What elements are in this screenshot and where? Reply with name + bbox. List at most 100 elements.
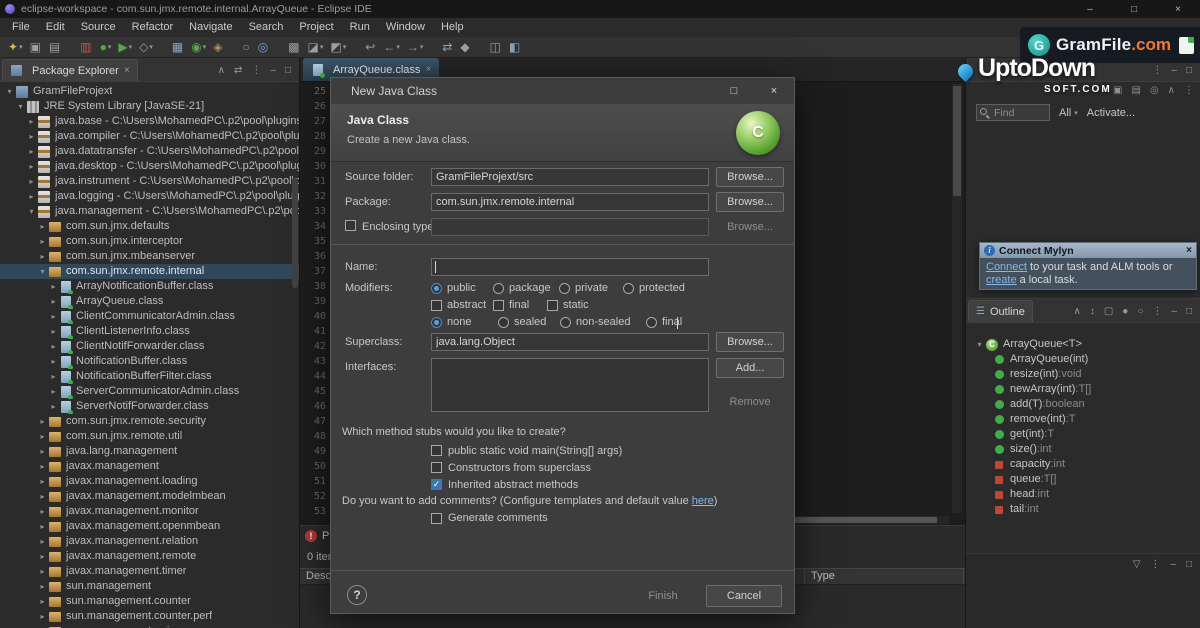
- tree-row[interactable]: ▸ javax.management: [0, 459, 299, 474]
- outline-root-row[interactable]: ▾ ArrayQueue<T>: [966, 337, 1200, 352]
- outline-member-row[interactable]: get(int) : T: [966, 427, 1200, 442]
- modifier-option[interactable]: package: [493, 281, 559, 295]
- tree-row[interactable]: ▸ ArrayNotificationBuffer.class: [0, 279, 299, 294]
- maximize-view-icon[interactable]: □: [285, 65, 291, 76]
- maximize-view-icon[interactable]: □: [1186, 65, 1192, 76]
- toolbar-button[interactable]: ↩: [363, 38, 378, 56]
- toolbar-button[interactable]: ○: [240, 38, 252, 56]
- menu-item[interactable]: Run: [342, 18, 378, 37]
- collapse-all-icon[interactable]: ∧: [1074, 306, 1081, 317]
- toolbar-button[interactable]: ▦: [170, 38, 186, 56]
- tree-row[interactable]: ▸ javax.management.openmbean: [0, 519, 299, 534]
- tree-row[interactable]: ▸ javax.management.modelmbean: [0, 489, 299, 504]
- tree-row[interactable]: ▸ com.sun.jmx.mbeanserver: [0, 249, 299, 264]
- hide-fields-icon[interactable]: ▢: [1104, 306, 1113, 317]
- expand-arrow-icon[interactable]: ▸: [48, 309, 59, 324]
- enclosing-type-field[interactable]: [431, 218, 709, 236]
- view-menu-icon[interactable]: ⋮: [1152, 306, 1162, 317]
- modifier-option[interactable]: public: [431, 281, 493, 295]
- tree-row[interactable]: ▸ javax.management.relation: [0, 534, 299, 549]
- tree-row[interactable]: ▸ javax.management.remote: [0, 549, 299, 564]
- modifier-option[interactable]: none: [431, 315, 498, 329]
- expand-arrow-icon[interactable]: ▸: [37, 504, 48, 519]
- outline-member-row[interactable]: queue : T[]: [966, 472, 1200, 487]
- interfaces-add-button[interactable]: Add...: [716, 358, 784, 378]
- expand-arrow-icon[interactable]: ▸: [48, 354, 59, 369]
- outline-member-row[interactable]: tail : int: [966, 502, 1200, 517]
- create-local-task-link[interactable]: create: [986, 274, 1017, 286]
- tab-outline[interactable]: ☰ Outline: [968, 300, 1033, 322]
- toolbar-button[interactable]: ◩ ▾: [328, 38, 348, 56]
- tree-row[interactable]: ▸ javax.management.loading: [0, 474, 299, 489]
- minimize-view-icon[interactable]: –: [1171, 306, 1177, 317]
- expand-arrow-icon[interactable]: ▸: [37, 594, 48, 609]
- editor-line-number-gutter[interactable]: 25 26 27 28 29 30 31 32 33 34 35 36: [300, 82, 334, 515]
- expand-arrow-icon[interactable]: ▸: [37, 519, 48, 534]
- toolbar-button[interactable]: ◈: [211, 38, 225, 56]
- expand-arrow-icon[interactable]: ▸: [37, 414, 48, 429]
- modifier-option[interactable]: private: [559, 281, 623, 295]
- toolbar-button[interactable]: → ▾: [405, 38, 426, 56]
- menu-item[interactable]: Source: [73, 18, 124, 37]
- tree-row[interactable]: ▸ ClientListenerInfo.class: [0, 324, 299, 339]
- expand-arrow-icon[interactable]: ▸: [26, 174, 37, 189]
- view-menu-icon[interactable]: ⋮: [1184, 85, 1194, 96]
- modifier-option[interactable]: sealed: [498, 315, 560, 329]
- outline-member-row[interactable]: size() : int: [966, 442, 1200, 457]
- expand-arrow-icon[interactable]: ▸: [37, 549, 48, 564]
- expand-arrow-icon[interactable]: ▸: [48, 294, 59, 309]
- expand-arrow-icon[interactable]: ▸: [37, 489, 48, 504]
- modifier-option[interactable]: final: [493, 298, 547, 312]
- menu-item[interactable]: Edit: [38, 18, 73, 37]
- expand-arrow-icon[interactable]: ▸: [37, 624, 48, 628]
- configure-templates-link[interactable]: here: [692, 495, 714, 507]
- expand-arrow-icon[interactable]: ▸: [26, 189, 37, 204]
- tree-row[interactable]: ▾ java.management - C:\Users\MohamedPC\.…: [0, 204, 299, 219]
- tree-row[interactable]: ▸ javax.management.monitor: [0, 504, 299, 519]
- minimize-view-icon[interactable]: –: [270, 65, 276, 76]
- toolbar-button[interactable]: ◉ ▾: [189, 38, 208, 56]
- expand-arrow-icon[interactable]: ▾: [26, 204, 37, 219]
- expand-arrow-icon[interactable]: ▸: [37, 219, 48, 234]
- tree-row[interactable]: ▸ sun.management.counter.perf: [0, 609, 299, 624]
- interfaces-list[interactable]: [431, 358, 709, 412]
- minimize-view-icon[interactable]: –: [1171, 65, 1177, 76]
- expand-arrow-icon[interactable]: ▸: [37, 609, 48, 624]
- column-type[interactable]: Type: [805, 569, 964, 584]
- menu-item[interactable]: Window: [378, 18, 433, 37]
- expand-arrow-icon[interactable]: ▾: [37, 264, 48, 279]
- tree-row[interactable]: ▾ GramFileProjext: [0, 84, 299, 99]
- menu-item[interactable]: Refactor: [124, 18, 182, 37]
- window-minimize-button[interactable]: –: [1068, 0, 1112, 18]
- class-name-field[interactable]: [431, 258, 709, 276]
- toolbar-button[interactable]: ◇ ▾: [137, 38, 155, 56]
- expand-arrow-icon[interactable]: ▸: [37, 429, 48, 444]
- expand-arrow-icon[interactable]: ▾: [4, 84, 15, 99]
- tab-close-icon[interactable]: ×: [124, 65, 130, 76]
- expand-arrow-icon[interactable]: ▸: [48, 384, 59, 399]
- connect-link[interactable]: Connect: [986, 261, 1027, 273]
- tree-row[interactable]: ▸ sun.management.counter: [0, 594, 299, 609]
- tree-row[interactable]: ▸ com.sun.jmx.remote.security: [0, 414, 299, 429]
- expand-arrow-icon[interactable]: ▸: [37, 234, 48, 249]
- superclass-browse-button[interactable]: Browse...: [716, 332, 784, 352]
- tree-row[interactable]: ▸ sun.management.rmi: [0, 624, 299, 628]
- view-menu-icon[interactable]: ⋮: [251, 65, 261, 76]
- maximize-view-icon[interactable]: □: [1186, 559, 1192, 570]
- toolbar-button[interactable]: ◎: [256, 38, 271, 56]
- collapse-all-icon[interactable]: ∧: [218, 65, 225, 76]
- expand-arrow-icon[interactable]: ▸: [26, 114, 37, 129]
- tree-row[interactable]: ▸ ClientNotifForwarder.class: [0, 339, 299, 354]
- tree-row[interactable]: ▸ java.desktop - C:\Users\MohamedPC\.p2\…: [0, 159, 299, 174]
- method-stub-option[interactable]: public static void main(String[] args): [431, 442, 622, 459]
- expand-arrow-icon[interactable]: ▸: [26, 159, 37, 174]
- expand-arrow-icon[interactable]: ▸: [48, 279, 59, 294]
- expand-arrow-icon[interactable]: ▸: [37, 564, 48, 579]
- hide-non-public-members-icon[interactable]: ○: [1137, 306, 1143, 317]
- filter-icon[interactable]: ▽: [1133, 559, 1141, 570]
- outline-member-row[interactable]: remove(int) : T: [966, 412, 1200, 427]
- collapse-all-icon[interactable]: ∧: [1168, 85, 1175, 96]
- tree-row[interactable]: ▸ ArrayQueue.class: [0, 294, 299, 309]
- expand-arrow-icon[interactable]: ▸: [37, 474, 48, 489]
- expand-arrow-icon[interactable]: ▾: [974, 337, 985, 352]
